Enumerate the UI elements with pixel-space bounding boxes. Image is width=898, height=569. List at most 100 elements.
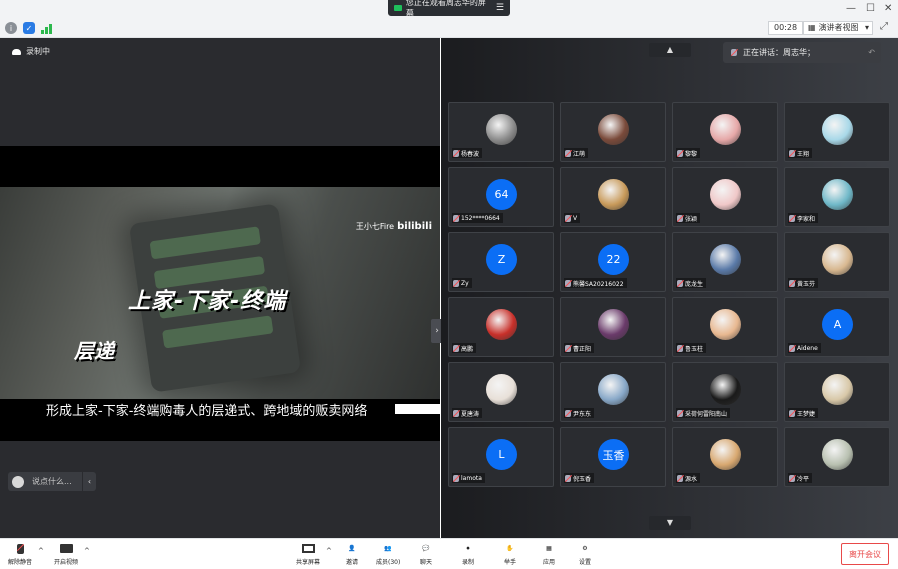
participant-name-tag: 冷平 <box>788 473 813 483</box>
view-mode-select[interactable]: ▦ 演讲者视图 ▾ <box>803 21 873 35</box>
participant-name: V <box>573 214 578 222</box>
watermark-author: 王小七Fire <box>355 222 395 231</box>
raise-hand-button[interactable]: ✋ 举手 <box>503 542 517 566</box>
share-screen-button[interactable]: 共享屏幕 <box>296 542 320 566</box>
participant-name: 高鹏 <box>461 345 474 353</box>
record-label: 录制 <box>461 559 474 566</box>
watermark-brand: bilibili <box>397 221 432 232</box>
participant-tile[interactable]: 杨春波 <box>448 102 554 162</box>
participant-name: 张颖 <box>685 215 698 223</box>
participant-tile[interactable]: 冷平 <box>784 427 890 487</box>
participant-tile[interactable]: 江萌 <box>560 102 666 162</box>
participant-tile[interactable]: 鲁玉柱 <box>672 297 778 357</box>
participant-name-tag: 王梦婕 <box>788 408 819 418</box>
participant-name: 夏唐涛 <box>461 410 480 418</box>
participant-name: 黄玉芬 <box>797 280 816 288</box>
participant-name: 采荷何雷阳南山 <box>685 410 728 418</box>
muted-mic-icon <box>565 279 571 287</box>
share-screen-icon <box>301 542 315 555</box>
participant-name: 曹正阳 <box>573 345 592 353</box>
unmute-label: 解除静音 <box>8 559 33 566</box>
menu-icon[interactable]: ☰ <box>496 3 504 13</box>
participant-tile[interactable]: 源水 <box>672 427 778 487</box>
fullscreen-icon[interactable]: ⤢ <box>880 21 888 32</box>
chevron-up-icon[interactable]: ^ <box>38 547 44 555</box>
participant-name-tag: 152****0664 <box>452 213 503 223</box>
avatar <box>710 244 741 275</box>
invite-button[interactable]: 👤 邀请 <box>345 542 359 566</box>
share-screen-label: 共享屏幕 <box>296 559 321 566</box>
muted-mic-icon <box>453 279 459 287</box>
meeting-window: 您正在观看周志华的屏幕 ☰ — ☐ ✕ i ✓ 00:28 ▦ 演讲者视图 ▾ … <box>0 0 898 569</box>
minimize-icon[interactable]: — <box>846 3 856 14</box>
chat-button[interactable]: 💬 聊天 <box>419 542 433 566</box>
info-icon[interactable]: i <box>5 22 17 34</box>
maximize-icon[interactable]: ☐ <box>866 3 875 14</box>
participant-name: 王梦婕 <box>797 410 816 418</box>
participant-tile[interactable]: 黄玉芬 <box>784 232 890 292</box>
participant-tile[interactable]: 张颖 <box>672 167 778 227</box>
muted-mic-icon <box>565 149 571 157</box>
participant-tile[interactable]: 李家和 <box>784 167 890 227</box>
settings-button[interactable]: ⚙ 设置 <box>578 542 592 566</box>
collapse-arrow-icon[interactable]: ↶ <box>868 48 875 57</box>
members-button[interactable]: 👥 成员(30) <box>376 542 400 566</box>
participant-tile[interactable]: 高鹏 <box>448 297 554 357</box>
close-icon[interactable]: ✕ <box>884 3 892 14</box>
recording-indicator: 录制中 <box>12 46 50 57</box>
participant-name: 尹东东 <box>573 410 592 418</box>
avatar: Z <box>486 244 517 275</box>
participant-name: 王翔 <box>797 150 810 158</box>
participant-tile[interactable]: V <box>560 167 666 227</box>
emoji-icon[interactable] <box>12 475 24 488</box>
signal-icon[interactable] <box>40 22 52 34</box>
apps-button[interactable]: ▦ 应用 <box>542 542 556 566</box>
avatar <box>710 439 741 470</box>
participant-name-tag: 高鹏 <box>452 343 477 353</box>
avatar <box>598 309 629 340</box>
record-button[interactable]: ⏺ 录制 <box>461 542 475 567</box>
participant-tile[interactable]: 庞龙生 <box>672 232 778 292</box>
participant-name: 倪玉香 <box>573 475 592 483</box>
participant-name-tag: 夏唐涛 <box>452 408 483 418</box>
video-title-line1: 上家-下家-终端 <box>128 289 287 314</box>
participant-tile[interactable]: 曹正阳 <box>560 297 666 357</box>
leave-meeting-button[interactable]: 离开会议 <box>841 543 889 565</box>
participant-tile[interactable]: 王梦婕 <box>784 362 890 422</box>
participant-tile[interactable]: 玉香 倪玉香 <box>560 427 666 487</box>
participant-tile[interactable]: 黎黎 <box>672 102 778 162</box>
muted-mic-icon <box>677 474 683 482</box>
avatar <box>710 114 741 145</box>
chat-input[interactable]: 说点什么... ‹ <box>8 472 96 491</box>
participant-tile[interactable]: Llamota <box>448 427 554 487</box>
record-icon: ⏺ <box>466 544 470 552</box>
unmute-button[interactable]: 解除静音 <box>8 542 32 566</box>
participant-name: 杨春波 <box>461 150 480 158</box>
participant-name-tag: 黄玉芬 <box>788 278 819 288</box>
muted-mic-icon <box>565 474 571 482</box>
participant-tile[interactable]: 王翔 <box>784 102 890 162</box>
participant-tile[interactable]: Z Zy <box>448 232 554 292</box>
muted-mic-icon <box>453 214 459 222</box>
page-down-button[interactable]: ▼ <box>649 516 691 530</box>
participant-name-tag: Zy <box>452 278 472 288</box>
participant-tile[interactable]: 采荷何雷阳南山 <box>672 362 778 422</box>
participant-name-tag: 曹正阳 <box>564 343 595 353</box>
shield-icon[interactable]: ✓ <box>23 22 35 34</box>
participant-tile[interactable]: 夏唐涛 <box>448 362 554 422</box>
participant-tile[interactable]: 64 152****0664 <box>448 167 554 227</box>
avatar <box>598 179 629 210</box>
start-video-button[interactable]: 开启视频 <box>54 542 78 566</box>
apps-icon: ▦ <box>546 545 552 552</box>
chevron-left-icon[interactable]: ‹ <box>82 472 96 491</box>
add-user-icon: 👤 <box>348 545 356 552</box>
page-up-button[interactable]: ▲ <box>649 43 691 57</box>
sharing-notice-text: 您正在观看周志华的屏幕 <box>405 0 486 18</box>
participant-tile[interactable]: A Aidene <box>784 297 890 357</box>
participant-tile[interactable]: 尹东东 <box>560 362 666 422</box>
chevron-up-icon[interactable]: ^ <box>326 547 332 555</box>
avatar <box>822 374 853 405</box>
sharing-notice[interactable]: 您正在观看周志华的屏幕 ☰ <box>388 0 510 18</box>
participant-tile[interactable]: 22 熊馨SA20216022 <box>560 232 666 292</box>
chevron-up-icon[interactable]: ^ <box>84 547 90 555</box>
